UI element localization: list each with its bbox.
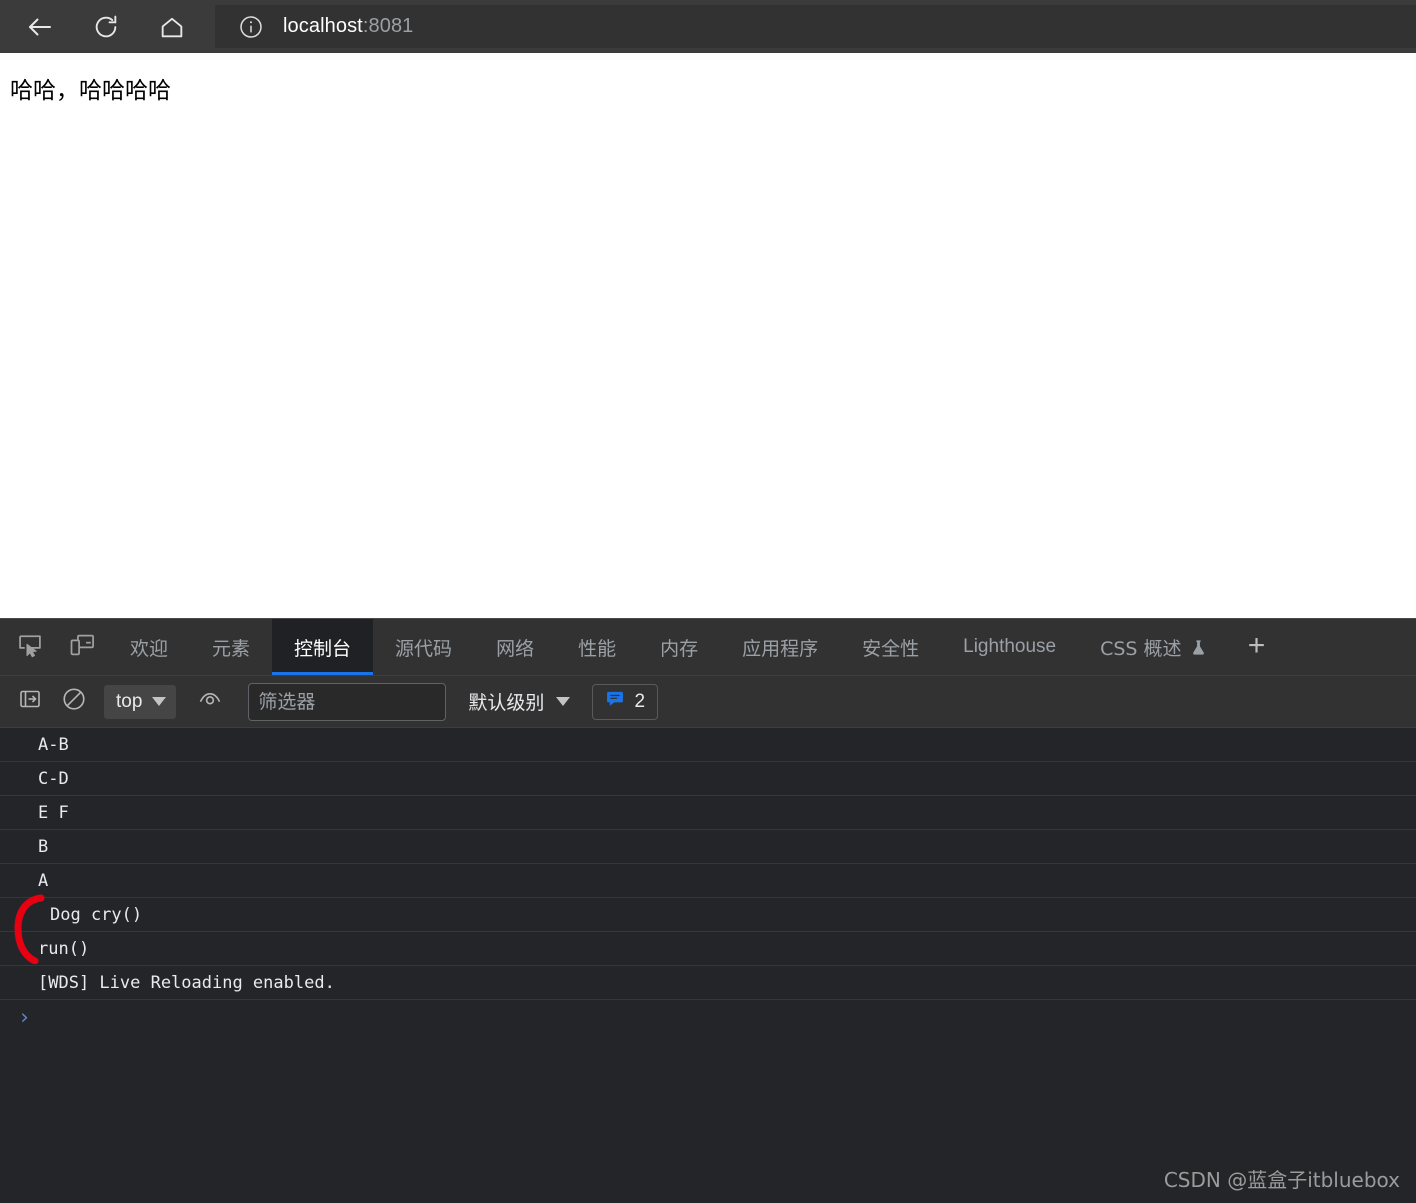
devtools-tabbar: 欢迎 元素 控制台 源代码 网络 性能 内存 应用程序 安全性 Lighthou… xyxy=(0,619,1416,676)
console-messages-area[interactable]: A-B C-D E F B A Dog cry() run() [WDS] Li… xyxy=(0,728,1416,1203)
console-level-label: 默认级别 xyxy=(468,692,545,714)
tab-label: 应用程序 xyxy=(742,637,819,660)
reload-button[interactable] xyxy=(82,3,130,51)
tab-label: 网络 xyxy=(496,637,535,660)
home-button[interactable] xyxy=(148,3,196,51)
tab-security[interactable]: 安全性 xyxy=(840,619,941,675)
console-message-text: A-B xyxy=(38,734,69,755)
url-text: localhost:8081 xyxy=(283,15,413,38)
console-message-text: E F xyxy=(38,802,69,823)
tab-lighthouse[interactable]: Lighthouse xyxy=(941,619,1078,675)
csdn-watermark: CSDN @蓝盒子itbluebox xyxy=(1163,1168,1400,1192)
chevron-down-icon xyxy=(556,697,571,706)
eye-icon xyxy=(197,686,223,717)
console-message-row: [WDS] Live Reloading enabled. xyxy=(0,966,1416,1000)
add-panel-label: + xyxy=(1247,628,1266,662)
show-console-sidebar-icon xyxy=(18,687,42,716)
tab-elements[interactable]: 元素 xyxy=(190,619,272,675)
console-message-text: run() xyxy=(38,938,90,959)
console-input-prompt[interactable]: › xyxy=(0,1000,1416,1034)
devtools-panel: 欢迎 元素 控制台 源代码 网络 性能 内存 应用程序 安全性 Lighthou… xyxy=(0,618,1416,1203)
device-toolbar-button[interactable] xyxy=(56,619,108,675)
url-port: :8081 xyxy=(362,15,414,37)
console-message-row: A xyxy=(0,864,1416,898)
inspect-element-button[interactable] xyxy=(4,619,56,675)
console-message-row: E F xyxy=(0,796,1416,830)
tab-console[interactable]: 控制台 xyxy=(272,619,374,675)
tab-label: 控制台 xyxy=(294,637,352,660)
console-message-text: Dog cry() xyxy=(50,904,143,925)
console-message-row: B xyxy=(0,830,1416,864)
tab-label: 内存 xyxy=(660,637,699,660)
issues-speech-bubble-icon xyxy=(605,689,625,715)
console-level-selector[interactable]: 默认级别 xyxy=(468,688,571,715)
execution-context-selector[interactable]: top xyxy=(104,684,177,719)
console-message-text: C-D xyxy=(38,768,69,789)
console-message-row: A-B xyxy=(0,728,1416,762)
tab-welcome[interactable]: 欢迎 xyxy=(108,619,190,675)
issues-count: 2 xyxy=(634,690,646,712)
console-message-text: A xyxy=(38,870,49,891)
experiment-flask-icon xyxy=(1190,638,1207,657)
tab-performance[interactable]: 性能 xyxy=(556,619,638,675)
tab-label: 安全性 xyxy=(862,637,920,660)
execution-context-label: top xyxy=(116,690,143,712)
back-arrow-icon xyxy=(25,12,55,42)
url-host: localhost xyxy=(283,15,363,37)
tab-memory[interactable]: 内存 xyxy=(638,619,720,675)
inspect-element-icon xyxy=(16,631,44,664)
chevron-down-icon xyxy=(152,697,167,706)
tab-css-overview[interactable]: CSS 概述 xyxy=(1078,619,1228,675)
tab-sources[interactable]: 源代码 xyxy=(373,619,474,675)
console-message-text: B xyxy=(38,836,49,857)
page-viewport: 哈哈，哈哈哈哈 xyxy=(0,53,1416,618)
site-info-icon[interactable] xyxy=(238,14,264,40)
clear-console-icon xyxy=(61,686,87,717)
tab-label: 性能 xyxy=(578,637,617,660)
screenshot-root: localhost:8081 哈哈，哈哈哈哈 欢迎 元素 控制台 源代码 网络 … xyxy=(0,0,1416,1203)
add-panel-button[interactable]: + xyxy=(1229,619,1285,675)
tab-label: CSS 概述 xyxy=(1100,637,1182,660)
console-message-row: run() xyxy=(0,932,1416,966)
issues-badge[interactable]: 2 xyxy=(592,683,659,720)
home-icon xyxy=(158,13,186,41)
device-toolbar-icon xyxy=(68,631,96,664)
reload-icon xyxy=(92,13,120,41)
tab-application[interactable]: 应用程序 xyxy=(720,619,840,675)
browser-toolbar: localhost:8081 xyxy=(0,0,1416,53)
console-message-row: C-D xyxy=(0,762,1416,796)
console-sidebar-toggle[interactable] xyxy=(8,680,52,724)
tab-network[interactable]: 网络 xyxy=(474,619,556,675)
console-toolbar: top 默认级别 xyxy=(0,676,1416,728)
console-message-text: [WDS] Live Reloading enabled. xyxy=(38,972,335,993)
tab-label: 源代码 xyxy=(395,637,453,660)
clear-console-button[interactable] xyxy=(52,680,96,724)
console-message-row: Dog cry() xyxy=(0,898,1416,932)
address-bar[interactable]: localhost:8081 xyxy=(215,5,1416,48)
page-body-text: 哈哈，哈哈哈哈 xyxy=(10,78,171,104)
tab-label: 欢迎 xyxy=(130,637,169,660)
live-expression-button[interactable] xyxy=(188,680,232,724)
console-filter-input[interactable] xyxy=(248,682,447,721)
prompt-chevron-icon: › xyxy=(18,1005,31,1029)
tab-label: 元素 xyxy=(212,637,251,660)
back-button[interactable] xyxy=(16,3,64,51)
tab-label: Lighthouse xyxy=(963,636,1057,657)
